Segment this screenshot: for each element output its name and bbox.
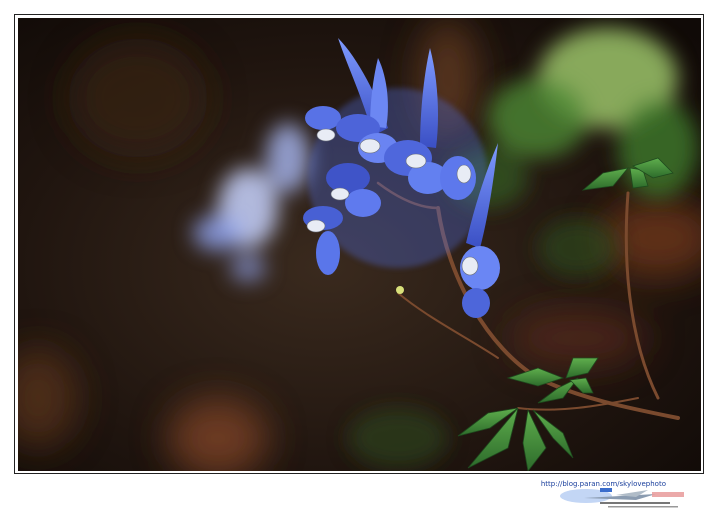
watermark-url: http://blog.paran.com/skylovephoto <box>540 480 666 488</box>
photo-watermark: http://blog.paran.com/skylovephoto <box>541 478 696 514</box>
bud <box>396 286 404 294</box>
corydalis-flower-photo <box>18 18 701 471</box>
photo <box>18 18 701 471</box>
